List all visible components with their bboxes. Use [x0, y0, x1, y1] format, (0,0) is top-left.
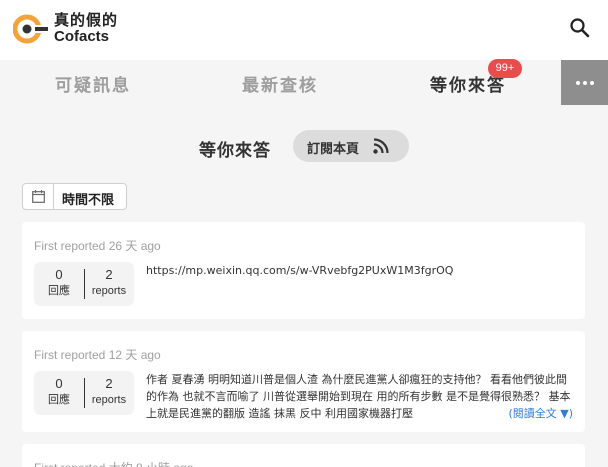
replies-count: 0	[55, 376, 63, 391]
read-more-link[interactable]: (閱讀全文 ▼)	[490, 405, 573, 422]
list-item[interactable]: First reported 26 天 ago 0 回應 2 reports h…	[22, 222, 585, 319]
stats-box: 0 回應 2 reports	[34, 262, 134, 306]
first-reported-time: First reported 大約 8 小時 ago	[34, 459, 193, 467]
reports-stat: 2 reports	[84, 375, 134, 408]
tab-latest-checks[interactable]: 最新查核	[242, 71, 318, 96]
first-reported-time: First reported 26 天 ago	[34, 239, 161, 253]
list-item[interactable]: First reported 大約 8 小時 ago	[22, 444, 585, 467]
replies-count: 0	[55, 267, 63, 282]
cofacts-logo[interactable]: 真的假的 Cofacts	[13, 12, 123, 46]
more-menu-button[interactable]	[561, 60, 608, 105]
reports-count: 2	[105, 267, 113, 282]
search-icon[interactable]	[568, 16, 592, 40]
calendar-icon	[32, 190, 45, 203]
replies-stat: 0 回應	[34, 375, 84, 408]
calendar-button[interactable]	[23, 184, 54, 209]
logo-subtitle: Cofacts	[54, 28, 110, 45]
date-filter-label: 時間不限	[62, 193, 115, 208]
count-badge: 99+	[488, 59, 522, 78]
reports-label: reports	[91, 394, 127, 406]
list-item[interactable]: First reported 12 天 ago 0 回應 2 reports 作…	[22, 331, 585, 432]
logo-title: 真的假的	[54, 11, 119, 29]
replies-stat: 0 回應	[34, 266, 84, 299]
more-dot-icon	[575, 80, 580, 85]
subscribe-button[interactable]: 訂閱本頁	[293, 130, 409, 162]
more-dot-icon	[582, 80, 587, 85]
subscribe-label: 訂閱本頁	[307, 142, 360, 157]
replies-label: 回應	[48, 394, 70, 406]
reports-stat: 2 reports	[84, 266, 134, 299]
page-title: 等你來答	[199, 141, 271, 161]
more-dot-icon	[589, 80, 594, 85]
top-bar: 真的假的 Cofacts	[0, 0, 608, 60]
date-filter[interactable]: 時間不限	[22, 183, 127, 210]
reports-count: 2	[105, 376, 113, 391]
message-text: https://mp.weixin.qq.com/s/w-VRvebfg2PUx…	[146, 264, 454, 277]
rss-icon	[373, 138, 389, 154]
replies-label: 回應	[48, 285, 70, 297]
tab-suspicious-messages[interactable]: 可疑訊息	[55, 71, 131, 96]
first-reported-time: First reported 12 天 ago	[34, 348, 161, 362]
logo-mark-icon	[13, 14, 49, 44]
reports-label: reports	[91, 285, 127, 297]
stats-box: 0 回應 2 reports	[34, 371, 134, 415]
